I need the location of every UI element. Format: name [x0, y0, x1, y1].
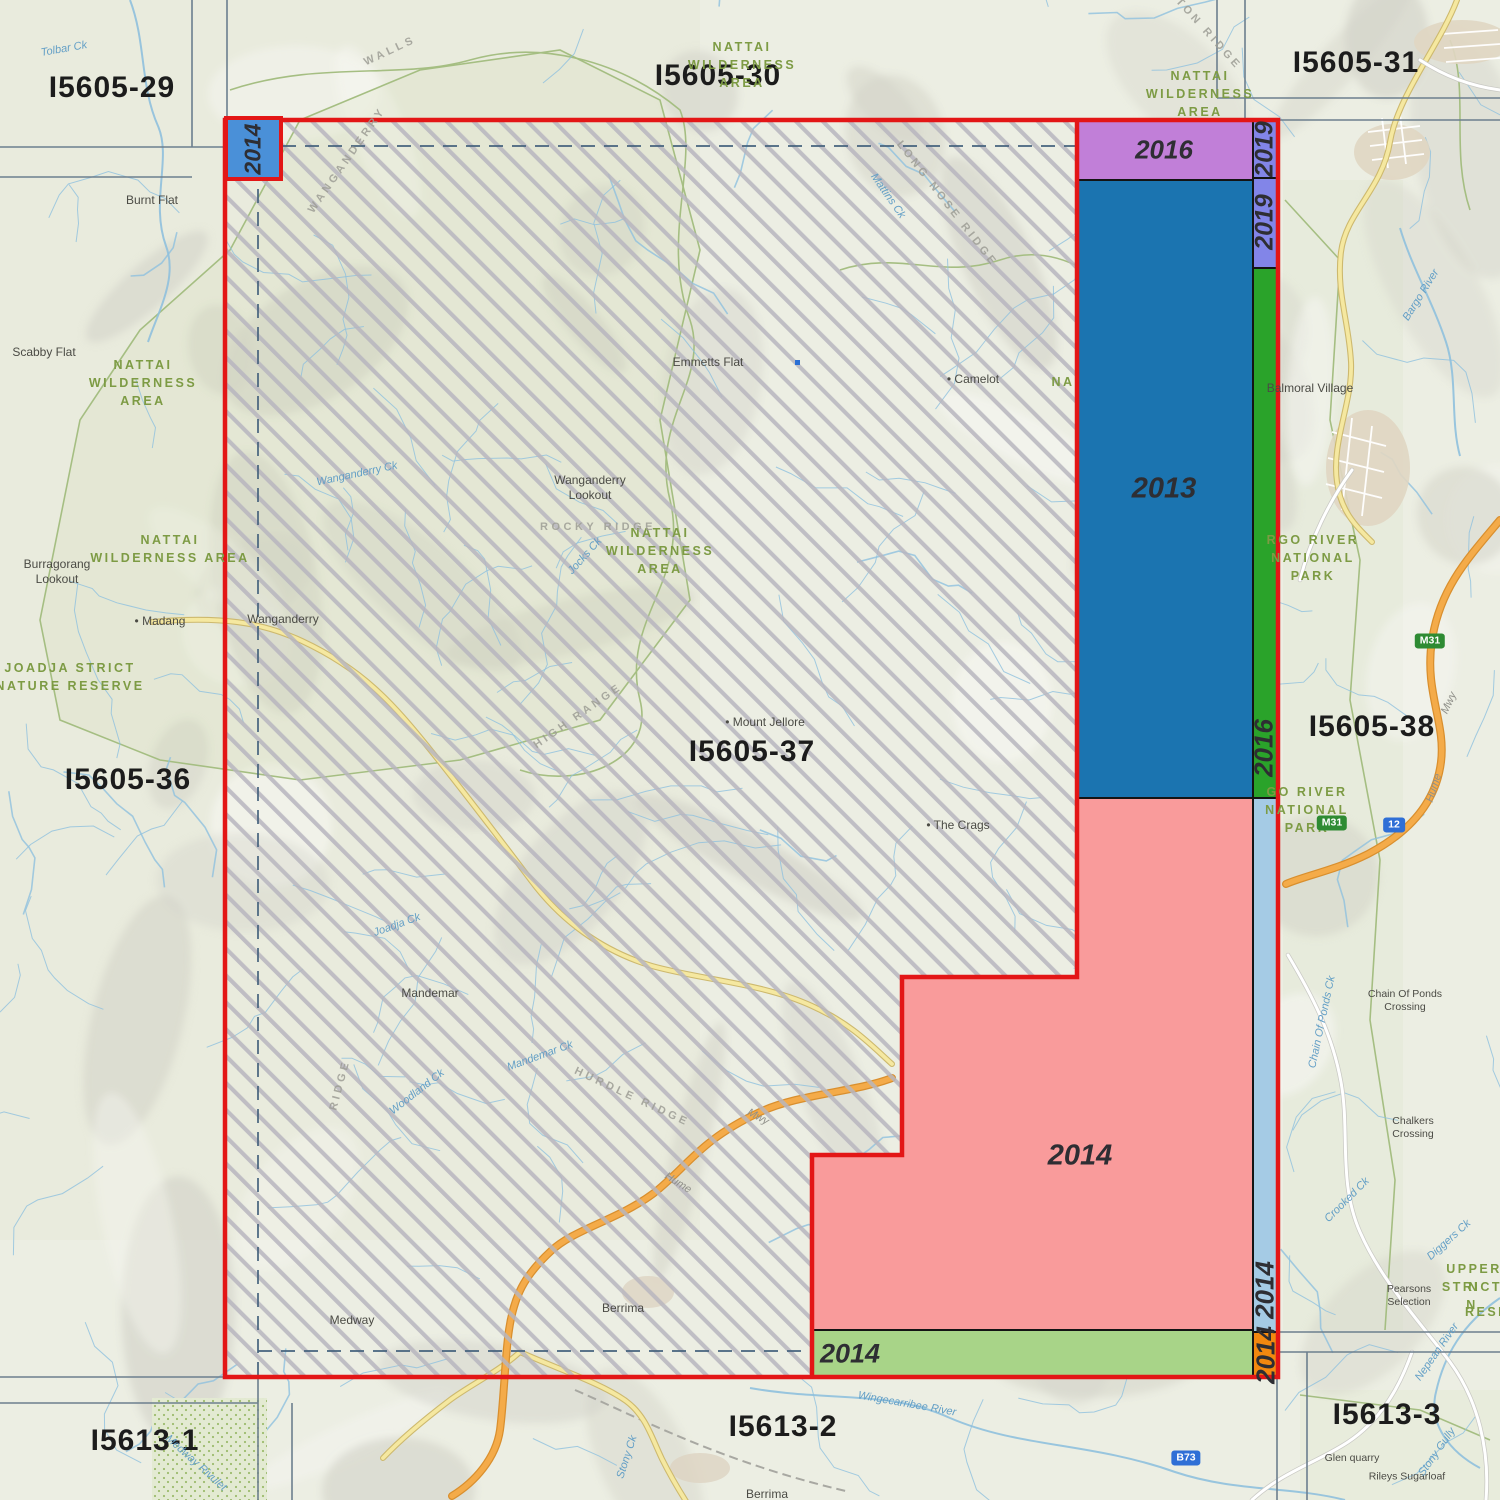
route-shield-m31-lower: M31	[1317, 815, 1347, 830]
poi-marker	[795, 360, 800, 365]
route-shield-b73: B73	[1171, 1450, 1200, 1465]
region-2019-strip-b[interactable]	[1253, 178, 1277, 268]
region-2014-lightblue-strip[interactable]	[1253, 798, 1277, 1332]
region-2013-blue[interactable]	[1077, 180, 1253, 798]
route-shield-12: 12	[1383, 817, 1405, 832]
map-canvas[interactable]: I5605-29 I5605-30 I5605-31 I5605-36 I560…	[0, 0, 1500, 1500]
region-2019-strip-a[interactable]	[1253, 120, 1277, 178]
region-2014-green-band[interactable]	[812, 1330, 1253, 1376]
region-2016-purple[interactable]	[1077, 120, 1253, 180]
region-2016-green-strip[interactable]	[1253, 268, 1277, 798]
route-shield-m31-upper: M31	[1415, 633, 1445, 648]
region-2014-orange-box[interactable]	[1253, 1332, 1277, 1376]
index-overlay	[0, 0, 1500, 1500]
region-2014-small-blue-box[interactable]	[226, 118, 281, 179]
